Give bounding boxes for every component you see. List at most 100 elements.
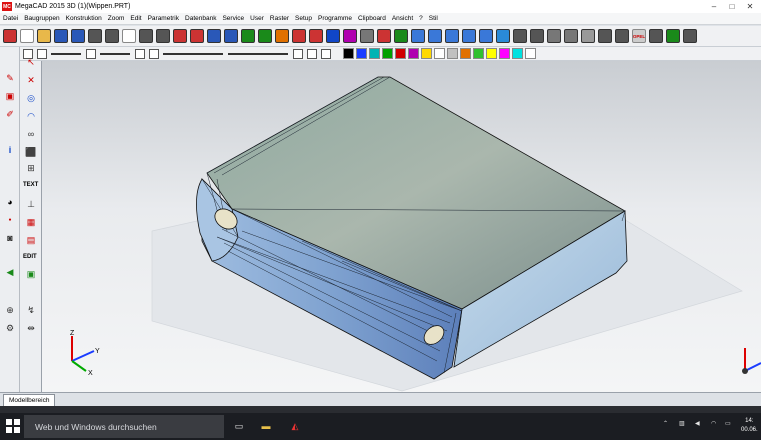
view-front-icon[interactable] — [411, 29, 425, 43]
image-tool-icon[interactable]: ▣ — [24, 267, 38, 281]
menu-service[interactable]: Service — [219, 15, 247, 22]
taskbar-search-input[interactable]: Web und Windows durchsuchen — [24, 415, 224, 438]
hatch-icon[interactable] — [37, 48, 47, 59]
circle-tool-icon[interactable]: ◎ — [24, 91, 38, 105]
record-icon[interactable]: ▣ — [3, 89, 17, 103]
opel-icon[interactable]: OPEL — [632, 29, 646, 43]
settings-icon[interactable] — [683, 29, 697, 43]
save-as-icon[interactable] — [71, 29, 85, 43]
hatch-tool-icon[interactable]: ▦ — [24, 215, 38, 229]
maximize-icon[interactable]: □ — [723, 0, 741, 13]
menu-baugruppen[interactable]: Baugruppen — [21, 15, 62, 22]
color-swatch-11[interactable] — [486, 48, 497, 59]
view-iso-icon[interactable] — [428, 29, 442, 43]
dimension-tool-icon[interactable]: ⊥ — [24, 197, 38, 211]
menu-datenbank[interactable]: Datenbank — [182, 15, 219, 22]
menu-clipboard[interactable]: Clipboard — [355, 15, 389, 22]
color-swatch-10[interactable] — [473, 48, 484, 59]
layer-slider[interactable] — [163, 52, 223, 55]
color-swatch-1[interactable] — [356, 48, 367, 59]
color-swatch-13[interactable] — [512, 48, 523, 59]
color-swatch-5[interactable] — [408, 48, 419, 59]
menu-parametrik[interactable]: Parametrik — [145, 15, 182, 22]
menu-raster[interactable]: Raster — [267, 15, 292, 22]
solid-icon[interactable] — [564, 29, 578, 43]
info-icon[interactable]: i — [3, 143, 17, 157]
pointer-icon[interactable]: ↖ — [24, 55, 38, 69]
text-tool[interactable]: TEXT — [23, 182, 38, 188]
camera-icon[interactable]: ◙ — [3, 231, 17, 245]
minimize-icon[interactable]: – — [705, 0, 723, 13]
menu-setup[interactable]: Setup — [292, 15, 315, 22]
view-back-icon[interactable] — [479, 29, 493, 43]
toolbox-icon[interactable] — [615, 29, 629, 43]
copy-icon[interactable] — [139, 29, 153, 43]
undo-icon[interactable] — [207, 29, 221, 43]
properties-icon[interactable] — [360, 29, 374, 43]
attribute-icon[interactable] — [343, 29, 357, 43]
print-preview-icon[interactable] — [105, 29, 119, 43]
print-icon[interactable] — [88, 29, 102, 43]
menu-konstruktion[interactable]: Konstruktion — [63, 15, 105, 22]
eraser-icon[interactable] — [190, 29, 204, 43]
hidden-line-icon[interactable] — [530, 29, 544, 43]
zoom-all-icon[interactable] — [258, 29, 272, 43]
line-type-selector[interactable] — [51, 52, 81, 55]
redo-icon[interactable] — [224, 29, 238, 43]
shade-icon[interactable] — [496, 29, 510, 43]
view-top-icon[interactable] — [445, 29, 459, 43]
snap-icon[interactable] — [309, 29, 323, 43]
edit-pen-icon[interactable]: ✐ — [3, 107, 17, 121]
pen-width-icon[interactable] — [135, 48, 145, 59]
menu-edit[interactable]: Edit — [127, 15, 144, 22]
green-arrow-icon[interactable]: ◀ — [3, 265, 17, 279]
document-icon[interactable] — [122, 29, 136, 43]
new-file-icon[interactable] — [20, 29, 34, 43]
pin-tool-icon[interactable]: ↯ — [24, 303, 38, 317]
color-swatch-4[interactable] — [395, 48, 406, 59]
menu-zoom[interactable]: Zoom — [105, 15, 128, 22]
block-icon[interactable] — [307, 48, 317, 59]
drawing-tool-icon[interactable]: ✎ — [3, 71, 17, 85]
color-swatch-14[interactable] — [525, 48, 536, 59]
style-slider[interactable] — [228, 52, 288, 55]
task-view-icon[interactable]: ▭ — [232, 419, 246, 433]
settings-gear-icon[interactable]: ⚙ — [3, 321, 17, 335]
macro-icon[interactable] — [377, 29, 391, 43]
menu-help[interactable]: ? — [416, 15, 426, 22]
chain-tool-icon[interactable]: ∞ — [24, 127, 38, 141]
wireframe-icon[interactable] — [513, 29, 527, 43]
menu-user[interactable]: User — [247, 15, 267, 22]
dash-icon[interactable] — [86, 48, 96, 59]
color-swatch-2[interactable] — [369, 48, 380, 59]
pen-icon[interactable] — [173, 29, 187, 43]
part-icon[interactable] — [581, 29, 595, 43]
close-icon[interactable]: ✕ — [741, 0, 759, 13]
open-folder-icon[interactable] — [37, 29, 51, 43]
paste-icon[interactable] — [156, 29, 170, 43]
pie-tool-icon[interactable]: ◕ — [3, 195, 17, 209]
menu-programme[interactable]: Programme — [315, 15, 355, 22]
color-swatch-6[interactable] — [421, 48, 432, 59]
menu-datei[interactable]: Datei — [0, 15, 21, 22]
edit-tool[interactable]: EDIT — [23, 254, 37, 260]
line-width-selector[interactable] — [100, 52, 130, 55]
wifi-icon[interactable]: ◠ — [711, 420, 716, 427]
network-icon[interactable]: ▥ — [679, 420, 685, 427]
windows-start-icon[interactable] — [6, 419, 20, 433]
color-swatch-12[interactable] — [499, 48, 510, 59]
color-swatch-8[interactable] — [447, 48, 458, 59]
menu-stil[interactable]: Stil — [426, 15, 441, 22]
check-icon[interactable] — [666, 29, 680, 43]
megacad-taskbar-icon[interactable]: ◭ — [288, 419, 302, 433]
table-tool-icon[interactable]: ▤ — [24, 233, 38, 247]
drawing-icon[interactable] — [3, 29, 17, 43]
snap-toggle-icon[interactable] — [321, 48, 331, 59]
taskbar-clock[interactable]: 14: 00.06. — [741, 417, 758, 435]
view-side-icon[interactable] — [462, 29, 476, 43]
crosshair-icon[interactable]: ⊕ — [3, 303, 17, 317]
color-swatch-0[interactable] — [343, 48, 354, 59]
layer-select-icon[interactable] — [149, 48, 159, 59]
tray-arrow-icon[interactable]: ⌃ — [663, 420, 668, 427]
tab-modellbereich[interactable]: Modellbereich — [3, 394, 56, 406]
